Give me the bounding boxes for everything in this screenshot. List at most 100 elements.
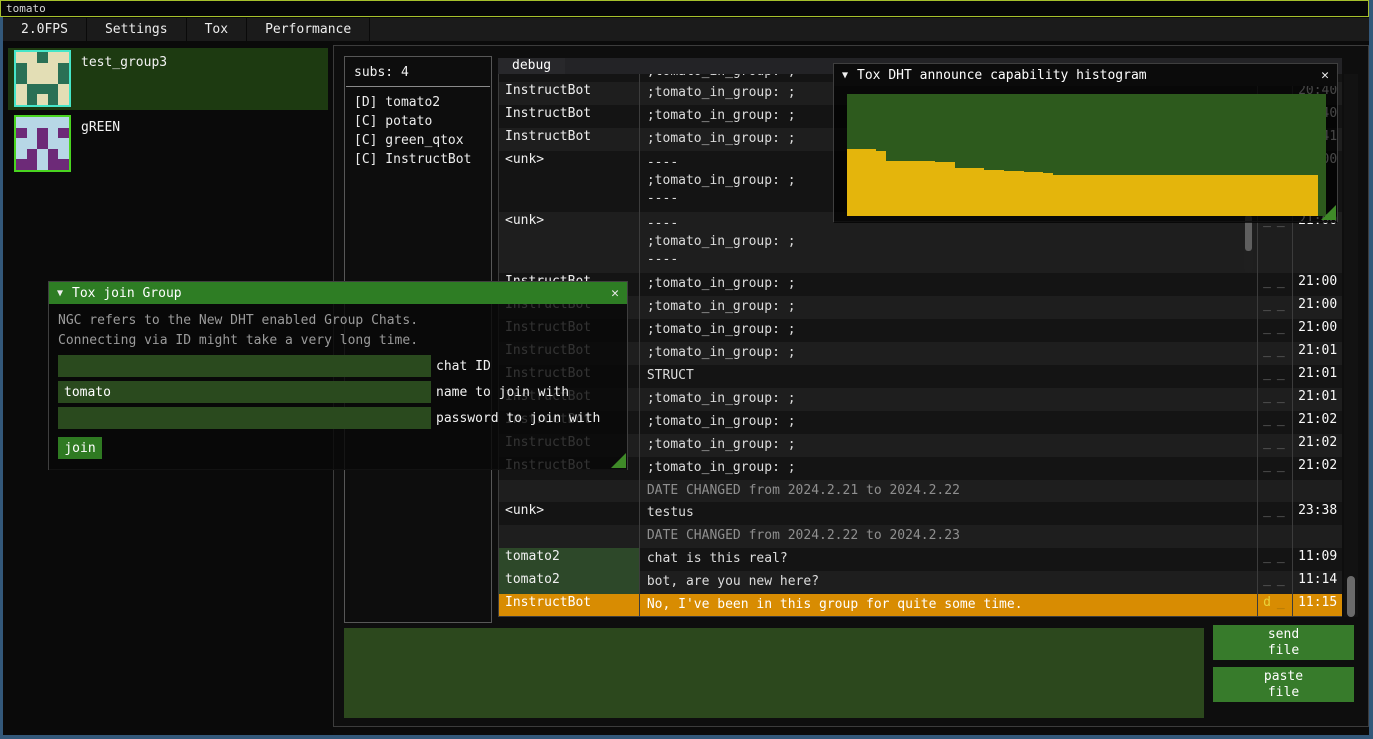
flag-_: _ bbox=[1277, 412, 1285, 434]
histogram-bar bbox=[1112, 175, 1122, 216]
sidebar-group-gREEN[interactable]: gREEN bbox=[8, 113, 328, 175]
join-name-input[interactable] bbox=[58, 381, 431, 403]
avatar-pixel bbox=[27, 117, 38, 128]
chat-scrollbar-thumb[interactable] bbox=[1347, 576, 1355, 617]
send-file-button[interactable]: send file bbox=[1213, 625, 1354, 660]
message-flags: __ bbox=[1257, 411, 1292, 434]
histogram-bar bbox=[1083, 175, 1093, 216]
histogram-bar bbox=[1308, 175, 1318, 216]
sender-name-text: InstructBot bbox=[505, 129, 639, 144]
avatar-pixel bbox=[58, 138, 69, 149]
join-button[interactable]: join bbox=[58, 437, 102, 459]
message-text: ;tomato_in_group: ; bbox=[639, 296, 1257, 319]
message-row[interactable]: tomato2chat is this real?__11:09 bbox=[499, 548, 1342, 571]
histogram-bar bbox=[867, 149, 877, 216]
tab-debug[interactable]: debug bbox=[498, 58, 565, 74]
sidebar-group-test_group3[interactable]: test_group3 bbox=[8, 48, 328, 110]
dht-histogram-titlebar[interactable]: ▼ Tox DHT announce capability histogram … bbox=[834, 64, 1337, 86]
histogram-bar bbox=[1014, 171, 1024, 216]
histogram-bar bbox=[955, 168, 965, 216]
message-time: 11:09 bbox=[1292, 548, 1342, 571]
sender-name: <unk> bbox=[499, 151, 639, 212]
avatar-pixel bbox=[16, 63, 27, 74]
group-avatar bbox=[14, 115, 71, 172]
avatar-pixel bbox=[58, 63, 69, 74]
avatar-pixel bbox=[27, 128, 38, 139]
message-text: bot, are you new here? bbox=[639, 571, 1257, 594]
message-time-text: 21:01 bbox=[1298, 389, 1342, 404]
message-time-text: 11:14 bbox=[1298, 572, 1342, 587]
message-text-content: ;tomato_in_group: ; bbox=[647, 320, 1257, 340]
sender-name: <unk> bbox=[499, 212, 639, 273]
message-text: STRUCT bbox=[639, 365, 1257, 388]
message-flags: __ bbox=[1257, 457, 1292, 480]
paste-file-button[interactable]: paste file bbox=[1213, 667, 1354, 702]
member-item[interactable]: [D] tomato2 bbox=[345, 93, 491, 112]
avatar-pixel bbox=[48, 149, 59, 160]
resize-grip-icon[interactable] bbox=[611, 453, 626, 468]
menu-item-performance[interactable]: Performance bbox=[247, 18, 370, 41]
sender-name: InstructBot bbox=[499, 105, 639, 128]
close-icon[interactable]: ✕ bbox=[611, 286, 619, 301]
date-row-spacer bbox=[499, 525, 639, 548]
sender-name-text: <unk> bbox=[505, 213, 639, 228]
avatar-pixel bbox=[16, 73, 27, 84]
chat-scrollbar[interactable] bbox=[1344, 74, 1358, 617]
message-row[interactable]: <unk>testus__23:38 bbox=[499, 502, 1342, 525]
date-row[interactable]: DATE CHANGED from 2024.2.21 to 2024.2.22 bbox=[499, 480, 1342, 502]
avatar-pixel bbox=[27, 63, 38, 74]
subs-separator bbox=[346, 86, 490, 87]
message-time: 21:00 bbox=[1292, 319, 1342, 342]
histogram-bar bbox=[1279, 175, 1289, 216]
join-field-label: name to join with bbox=[436, 385, 569, 400]
flags-cell bbox=[1257, 525, 1292, 548]
message-input[interactable] bbox=[344, 628, 1204, 718]
avatar-pixel bbox=[16, 52, 27, 63]
sender-name: InstructBot bbox=[499, 74, 639, 82]
message-row[interactable]: tomato2bot, are you new here?__11:14 bbox=[499, 571, 1342, 594]
message-time-text: 21:00 bbox=[1298, 320, 1342, 335]
message-time-text: 11:15 bbox=[1298, 595, 1342, 610]
message-text-content: No, I've been in this group for quite so… bbox=[647, 595, 1257, 615]
avatar-pixel bbox=[27, 73, 38, 84]
histogram-bar bbox=[1230, 175, 1240, 216]
join-password-input[interactable] bbox=[58, 407, 431, 429]
avatar-pixel bbox=[16, 117, 27, 128]
join-group-titlebar[interactable]: ▼ Tox join Group ✕ bbox=[49, 282, 627, 304]
close-icon[interactable]: ✕ bbox=[1321, 68, 1329, 83]
histogram-bar bbox=[1102, 175, 1112, 216]
message-time: 11:14 bbox=[1292, 571, 1342, 594]
menu-item-settings[interactable]: Settings bbox=[87, 18, 187, 41]
join-field-row: name to join with bbox=[58, 381, 627, 403]
avatar-pixel bbox=[16, 159, 27, 170]
member-item[interactable]: [C] potato bbox=[345, 112, 491, 131]
member-item[interactable]: [C] InstructBot bbox=[345, 150, 491, 169]
histogram-bar bbox=[1132, 175, 1142, 216]
histogram-bar bbox=[945, 162, 955, 216]
collapse-icon[interactable]: ▼ bbox=[57, 288, 63, 299]
os-title-bar: tomato bbox=[0, 0, 1369, 17]
avatar-pixel bbox=[48, 84, 59, 95]
date-row[interactable]: DATE CHANGED from 2024.2.22 to 2024.2.23 bbox=[499, 525, 1342, 548]
sender-name-text: <unk> bbox=[505, 503, 639, 518]
message-flags: __ bbox=[1257, 548, 1292, 571]
message-time: 21:00 bbox=[1292, 296, 1342, 319]
menu-item-tox[interactable]: Tox bbox=[187, 18, 247, 41]
avatar-pixel bbox=[48, 94, 59, 105]
collapse-icon[interactable]: ▼ bbox=[842, 70, 848, 81]
flag-_: _ bbox=[1277, 572, 1285, 594]
message-text-content: ;tomato_in_group: ; bbox=[647, 435, 1257, 455]
histogram-bar bbox=[847, 149, 857, 216]
message-flags: __ bbox=[1257, 273, 1292, 296]
histogram-bar bbox=[1024, 172, 1034, 216]
avatar-pixel bbox=[48, 117, 59, 128]
os-window-title: tomato bbox=[6, 2, 46, 15]
message-row[interactable]: InstructBotNo, I've been in this group f… bbox=[499, 594, 1342, 617]
flag-_: _ bbox=[1277, 435, 1285, 457]
chat-id-input[interactable] bbox=[58, 355, 431, 377]
dht-histogram-window: ▼ Tox DHT announce capability histogram … bbox=[833, 63, 1338, 222]
resize-grip-icon[interactable] bbox=[1321, 205, 1336, 220]
histogram-bar bbox=[1033, 172, 1043, 216]
member-item[interactable]: [C] green_qtox bbox=[345, 131, 491, 150]
avatar-pixel bbox=[37, 73, 48, 84]
